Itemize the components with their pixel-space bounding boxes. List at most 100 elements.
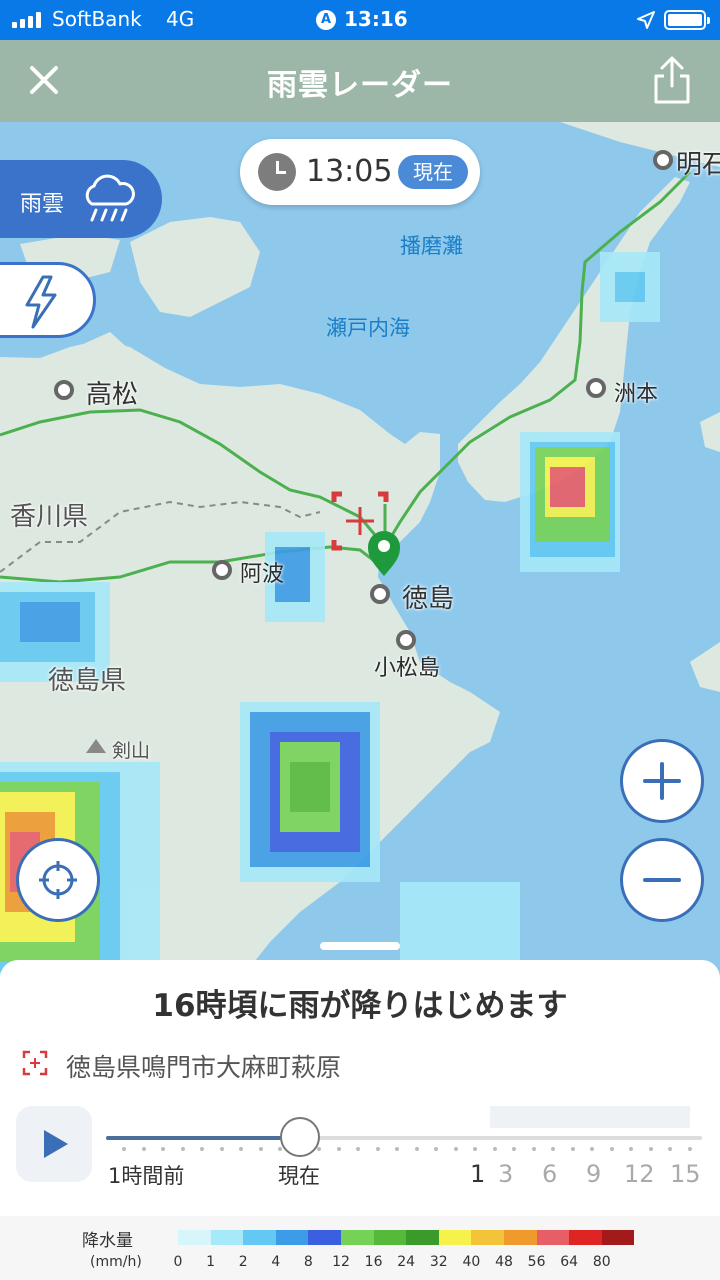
timeline-track[interactable] [106,1136,702,1140]
legend-swatch [275,1230,309,1245]
legend-swatch [406,1230,439,1245]
timeline-tick [570,1147,575,1151]
play-button[interactable] [16,1106,92,1182]
plus-icon [643,762,681,800]
timeline-tick [317,1147,321,1151]
legend-unit: (mm/h) [90,1254,142,1270]
legend-value: 8 [303,1254,313,1270]
place-takamatsu: 高松 [86,380,139,410]
timeline-tick [687,1147,692,1151]
place-tsurugisan: 剣山 [112,740,151,762]
radar-map[interactable]: 明石 播磨灘 瀬戸内海 高松 洲本 香川県 阿波 徳島 小松島 徳島県 剣山 [0,122,720,980]
minus-icon [643,878,681,882]
legend-swatch [601,1230,635,1245]
radar-time-indicator[interactable]: 13:05 現在 [240,139,480,205]
legend-swatch [341,1230,374,1245]
timeline-tick [180,1147,185,1151]
target-location-icon [22,1050,48,1076]
timeline-tick [531,1147,536,1151]
sheet-drag-handle[interactable] [320,942,400,950]
place-setonaikai: 瀬戸内海 [326,316,410,340]
timeline-tick [356,1147,360,1151]
timeline-tick [453,1147,458,1151]
place-kagawa-pref: 香川県 [10,502,89,532]
timeline-label-now: 現在 [278,1164,320,1188]
locate-icon [39,861,77,899]
legend-title: 降水量 [82,1231,133,1251]
clock-icon [258,153,296,191]
timeline-tick [648,1147,653,1151]
timeline-progress [106,1136,300,1140]
location-services-icon: A [316,10,336,30]
legend-value: 12 [332,1254,350,1270]
precipitation-legend: 降水量 (mm/h) 0 1 2 4 8 12 16 24 32 40 48 56 64 80 [0,1216,720,1280]
timeline-tick [512,1147,516,1151]
legend-swatch [373,1230,407,1245]
forecast-headline: 16時頃に雨が降りはじめます [152,988,568,1024]
timeline-tick [375,1147,380,1151]
rain-cloud-layer-label: 雨雲 [20,192,65,217]
lightning-layer-button[interactable] [0,262,96,338]
lightning-icon [25,275,57,329]
status-time: 13:16 [344,7,408,31]
timeline-tick [219,1147,224,1151]
timeline-tick [434,1147,438,1151]
city-dot [54,380,74,400]
timeline-hour-3[interactable]: 3 [498,1160,513,1188]
city-dot [586,378,606,398]
place-sumoto: 洲本 [614,382,659,407]
signal-icon [12,12,41,28]
timeline-tick [492,1147,497,1151]
city-dot [370,584,390,604]
legend-value: 80 [592,1254,611,1270]
map-canvas [0,122,720,980]
legend-value: 16 [364,1254,383,1270]
radar-time: 13:05 [306,154,393,189]
timeline-tick [629,1147,633,1151]
timeline-tick [668,1147,672,1151]
status-bar: SoftBank 4G A 13:16 [0,0,720,40]
timeline-tick [161,1147,165,1151]
place-akashi: 明石 [676,150,720,180]
battery-icon [664,10,710,30]
zoom-out-button[interactable] [620,838,704,922]
timeline-hour-9[interactable]: 9 [586,1160,601,1188]
legend-value: 48 [495,1254,513,1270]
zoom-in-button[interactable] [620,739,704,823]
place-awa: 阿波 [240,562,285,587]
timeline-hour-1[interactable]: 1 [470,1160,485,1188]
timeline-hour-12[interactable]: 12 [624,1160,655,1188]
legend-value: 1 [206,1254,216,1270]
timeline-tick [551,1147,555,1151]
top-app-bar: 雨雲レーダー [0,40,720,122]
current-location-button[interactable] [16,838,100,922]
place-tokushima: 徳島 [402,584,455,614]
timeline-tick [278,1147,282,1151]
timeline-label-past: 1時間前 [108,1164,185,1188]
legend-swatch [243,1230,276,1245]
city-dot [396,630,416,650]
legend-swatch [569,1230,602,1245]
legend-swatch [438,1230,472,1245]
legend-value: 40 [462,1254,481,1270]
legend-swatch [178,1230,211,1245]
rain-cloud-icon [85,174,135,222]
legend-value: 32 [429,1254,448,1270]
timeline-thumb[interactable] [279,1117,320,1157]
legend-swatch [210,1230,244,1245]
network-type: 4G [166,7,195,31]
rain-cloud-layer-button[interactable]: 雨雲 [0,160,162,238]
legend-value: 4 [271,1254,281,1270]
timeline-tick [395,1147,399,1151]
legend-swatch [536,1230,570,1245]
place-harima-nada: 播磨灘 [400,234,463,258]
location-arrow-icon [637,11,655,29]
timeline-tick [239,1147,243,1151]
timeline-hour-6[interactable]: 6 [542,1160,557,1188]
share-icon[interactable] [648,54,696,106]
timeline-tick [609,1147,614,1151]
timeline-hour-15[interactable]: 15 [670,1160,701,1188]
legend-value: 64 [560,1254,579,1270]
timeline-tick [141,1147,146,1151]
legend-swatch [308,1230,341,1245]
